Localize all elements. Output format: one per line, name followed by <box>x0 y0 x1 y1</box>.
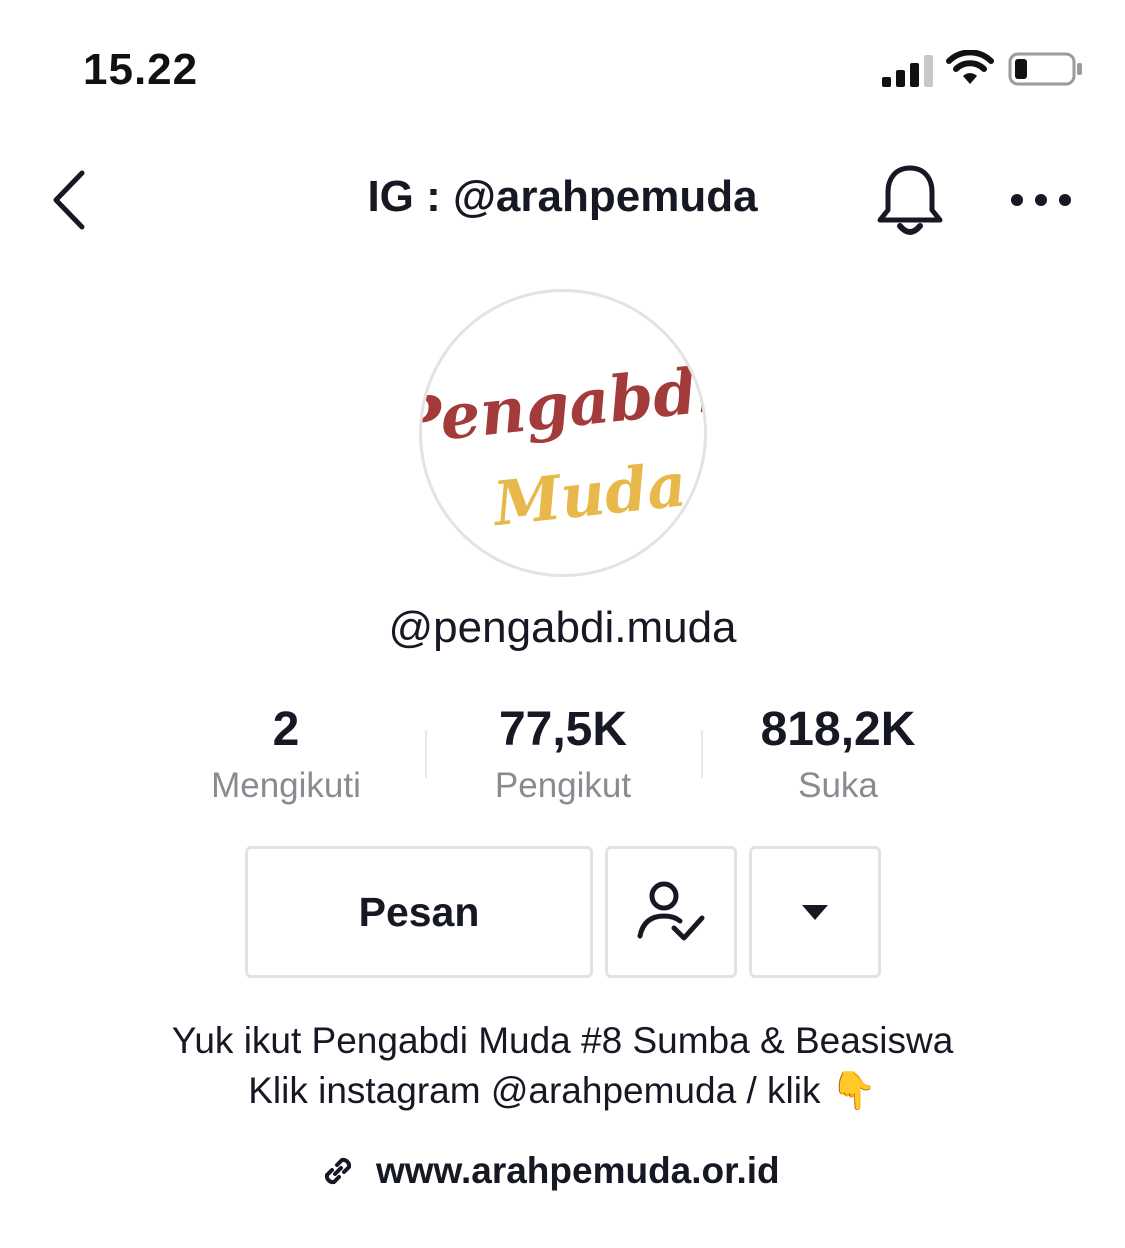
signal-icon <box>882 55 933 87</box>
stat-value: 2 <box>272 703 300 756</box>
avatar-logo: Pengabdi Muda <box>422 351 704 540</box>
bio-line: Yuk ikut Pengabdi Muda #8 Sumba & Beasis… <box>171 1020 954 1061</box>
page-title: IG : @arahpemuda <box>367 172 758 221</box>
avatar-text-line1: Pengabdi <box>422 351 704 459</box>
stat-label: Mengikuti <box>211 766 361 805</box>
caret-down-icon <box>802 905 828 920</box>
battery-icon <box>1008 52 1082 86</box>
suggested-accounts-button[interactable] <box>749 846 881 978</box>
wifi-icon <box>946 50 994 84</box>
username: @pengabdi.muda <box>388 603 737 652</box>
bio-link[interactable]: www.arahpemuda.or.id <box>318 1146 780 1196</box>
notification-bell-button[interactable] <box>872 160 948 240</box>
user-check-icon <box>637 881 705 941</box>
back-button[interactable] <box>40 165 100 235</box>
stat-divider <box>425 730 427 778</box>
bio: Yuk ikut Pengabdi Muda #8 Sumba & Beasis… <box>0 1016 1125 1116</box>
stat-likes[interactable]: 818,2K Suka <box>708 700 968 806</box>
avatar[interactable]: Pengabdi Muda <box>419 289 707 577</box>
message-button[interactable]: Pesan <box>245 846 593 978</box>
following-status-button[interactable] <box>605 846 737 978</box>
more-icon <box>1011 194 1071 206</box>
status-bar: 15.22 <box>0 0 1125 140</box>
link-text: www.arahpemuda.or.id <box>376 1150 780 1191</box>
link-icon <box>324 1157 352 1185</box>
stat-divider <box>701 730 703 778</box>
stat-value: 77,5K <box>498 703 628 756</box>
bio-line: Klik instagram @arahpemuda / klik 👇 <box>248 1070 877 1111</box>
stat-label: Pengikut <box>494 766 632 805</box>
bell-icon <box>877 165 943 235</box>
stat-label: Suka <box>798 766 878 805</box>
chevron-left-icon <box>53 170 85 230</box>
avatar-text-line2: Muda <box>488 449 689 540</box>
more-options-button[interactable] <box>1005 180 1077 220</box>
status-time: 15.22 <box>83 45 199 94</box>
stat-followers[interactable]: 77,5K Pengikut <box>433 700 693 806</box>
nav-bar: IG : @arahpemuda <box>0 150 1125 250</box>
stat-value: 818,2K <box>760 703 916 756</box>
stat-following[interactable]: 2 Mengikuti <box>156 700 416 806</box>
